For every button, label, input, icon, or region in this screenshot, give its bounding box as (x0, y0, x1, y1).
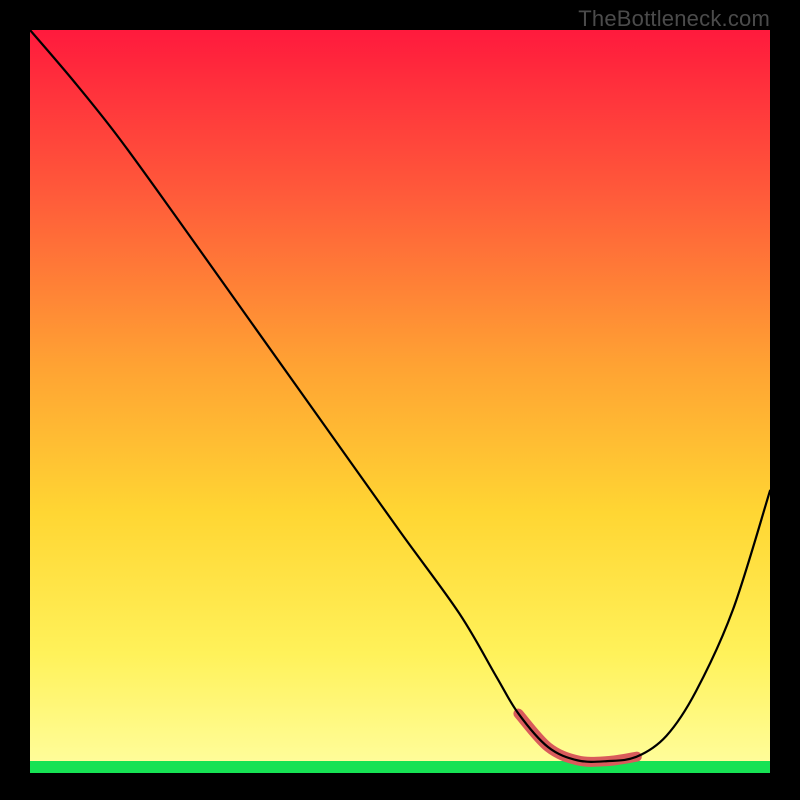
curve-layer (30, 30, 770, 773)
plot-area (30, 30, 770, 773)
bottleneck-curve (30, 30, 770, 762)
watermark-text: TheBottleneck.com (578, 6, 770, 32)
optimal-band (518, 714, 636, 762)
chart-frame: TheBottleneck.com (0, 0, 800, 800)
